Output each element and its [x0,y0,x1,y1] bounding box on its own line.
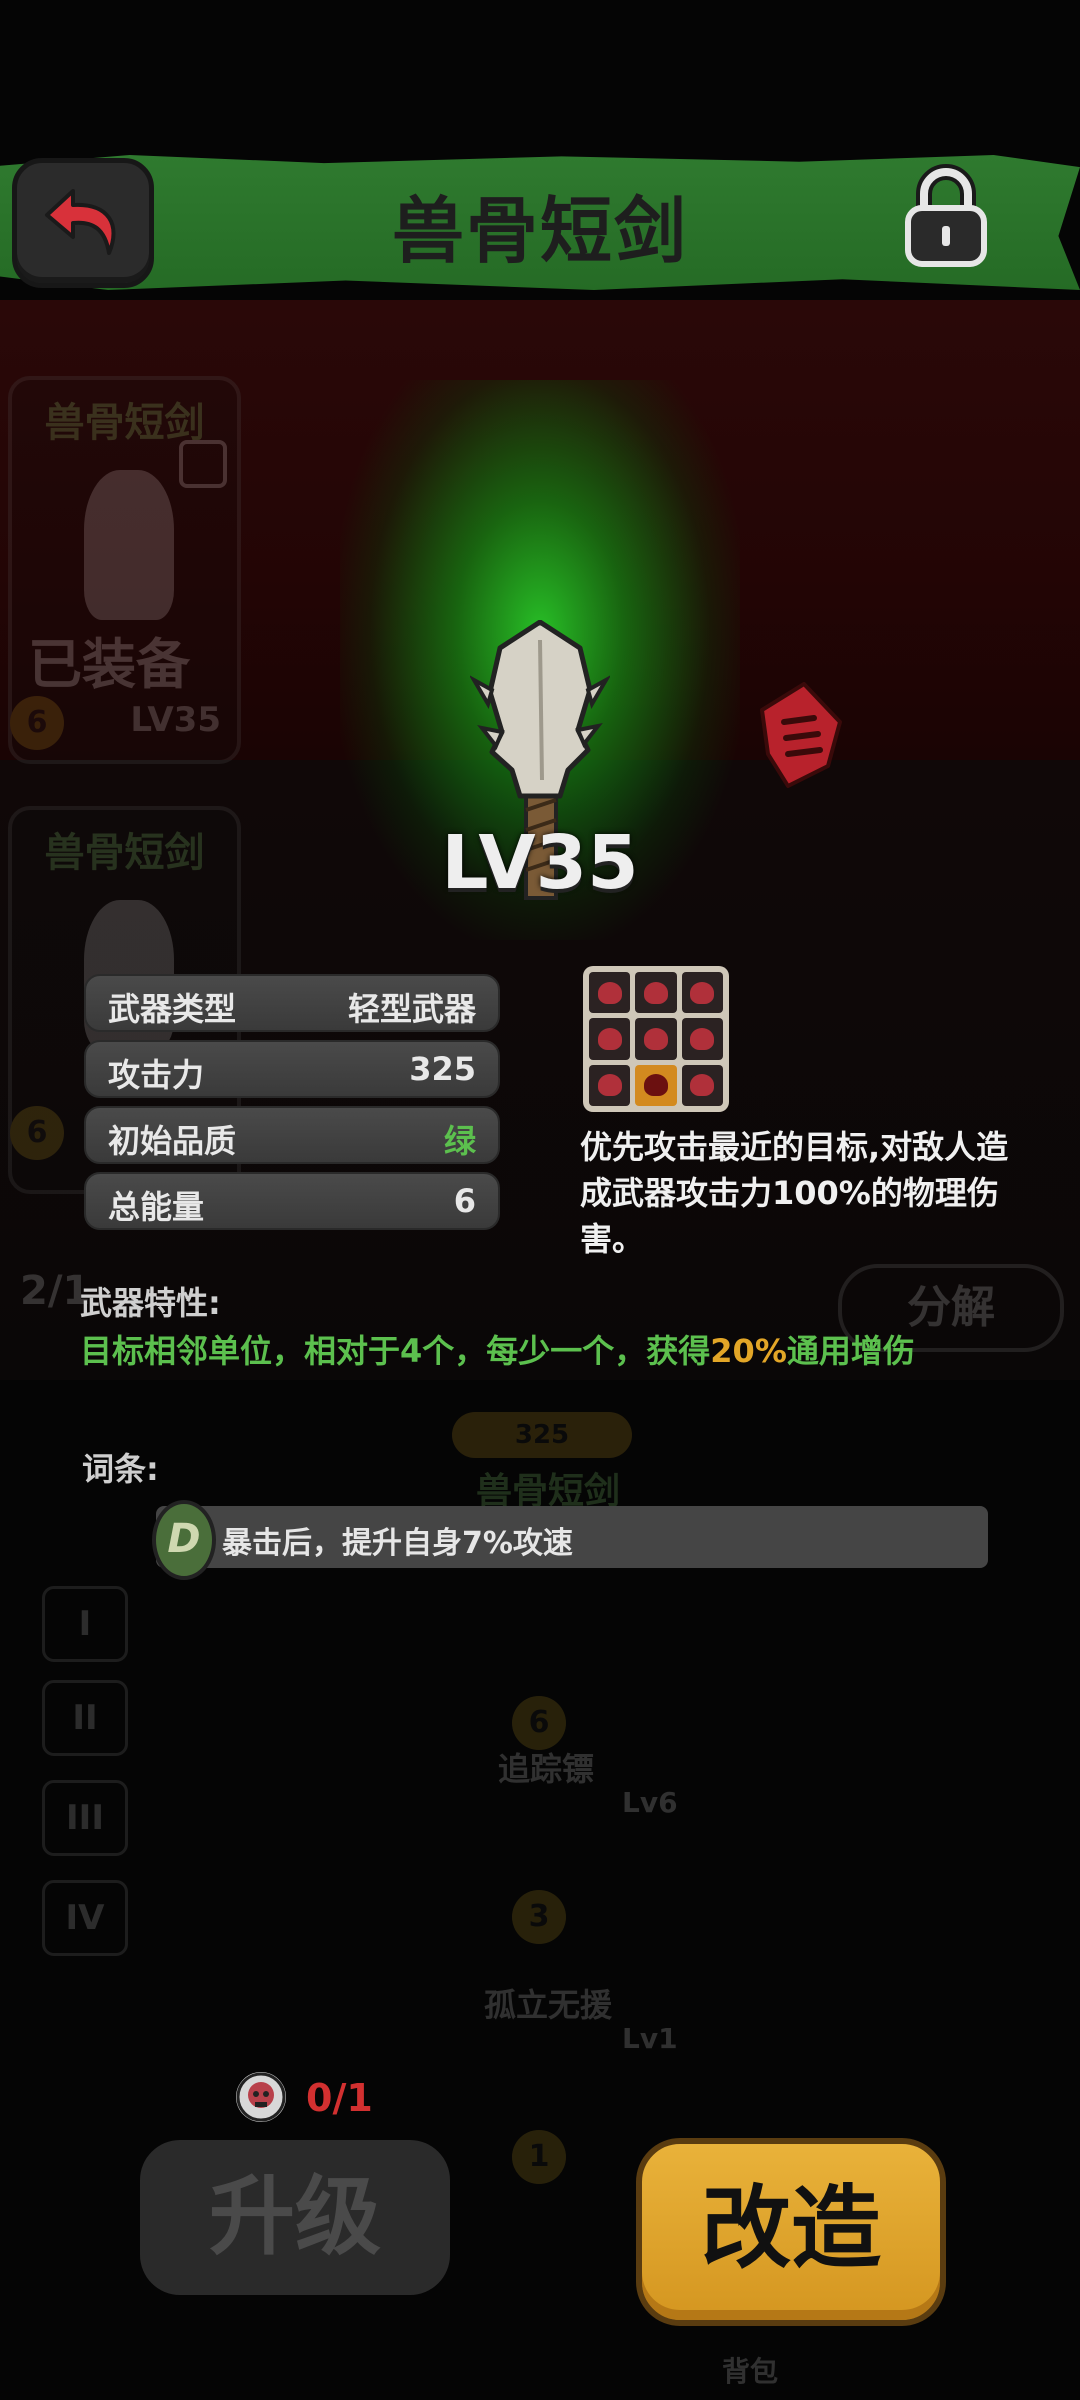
energy-badge: 6 [10,696,64,750]
tree-attack: 325 [452,1412,632,1458]
stat-initial-quality: 初始品质 绿 [84,1106,500,1164]
nav-backpack: 背包 [722,2355,779,2388]
enemy-skull-icon [643,1027,668,1050]
material-count: 0/1 [306,2076,373,2120]
back-button[interactable] [12,158,154,288]
trait-text: 目标相邻单位，相对于4个，每少一个，获得20%通用增伤 [80,1326,915,1372]
stat-label: 攻击力 [108,1056,205,1094]
page-title: 兽骨短剑 [391,189,688,273]
upgrade-button[interactable]: 升级 [140,2140,450,2295]
skull-token-icon [236,2072,286,2122]
tree-node-name: 孤立无援 [484,1986,613,2024]
target-skull-icon [643,1074,668,1097]
range-cell [589,972,631,1014]
range-cell [635,1018,677,1060]
bone-blade-icon [84,470,174,620]
enemy-skull-icon [597,1027,622,1050]
range-cell [635,972,677,1014]
range-cell [589,1018,631,1060]
trait-highlight: 20% [710,1332,787,1370]
stat-total-energy: 总能量 6 [84,1172,500,1230]
tree-node-badge: 3 [512,1890,566,1944]
tree-node-name: 追踪镖 [498,1750,595,1788]
energy-badge: 6 [10,1106,64,1160]
attack-range-grid [583,966,729,1112]
range-cell [681,1018,723,1060]
affix-text: 暴击后，提升自身7%攻速 [222,1526,573,1561]
enemy-skull-icon [597,981,622,1004]
affix-grade-badge: D [152,1500,216,1580]
trait-text-a: 目标相邻单位，相对于4个，每少一个，获得 [80,1332,711,1370]
tree-node-badge: 6 [512,1696,566,1750]
tree-node-level: Lv1 [622,2022,678,2055]
enemy-skull-icon [690,1027,715,1050]
range-cell [681,972,723,1014]
next-weapon-arrow-icon[interactable] [758,682,842,790]
card-level: LV35 [130,700,221,740]
stat-label: 武器类型 [108,990,237,1028]
weapon-level: LV35 [441,820,639,906]
padlock-icon[interactable] [898,160,994,270]
back-arrow-icon [45,189,116,255]
stat-value: 325 [409,1050,476,1088]
affix-label: 词条: [82,1450,159,1488]
tree-node-level: Lv6 [622,1786,678,1819]
range-cell-target [635,1064,677,1106]
weapon-card-equipped: 兽骨短剑 已装备 6 LV35 [8,376,241,764]
range-cell [589,1064,631,1106]
stat-value: 轻型武器 [347,990,476,1028]
affix-row[interactable]: 暴击后，提升自身7%攻速 [156,1506,988,1568]
tier-four: IV [42,1880,128,1956]
stat-value: 6 [453,1182,476,1220]
equipped-label: 已装备 [28,633,190,696]
enemy-skull-icon [690,1074,715,1097]
stat-weapon-type: 武器类型 轻型武器 [84,974,500,1032]
trait-label: 武器特性: [80,1284,221,1322]
enemy-skull-icon [597,1074,622,1097]
tier-one: I [42,1586,128,1662]
card-title: 兽骨短剑 [44,830,205,876]
trait-text-b: 通用增伤 [786,1332,915,1370]
enemy-skull-icon [690,981,715,1004]
stat-value: 绿 [443,1122,476,1160]
enemy-skull-icon [643,981,668,1004]
padlock-icon [179,440,227,488]
tree-node-badge: 1 [512,2130,566,2184]
reforge-button[interactable]: 改造 [636,2138,946,2326]
stat-attack: 攻击力 325 [84,1040,500,1098]
weapon-description: 优先攻击最近的目标,对敌人造成武器攻击力100%的物理伤害。 [580,1128,1009,1258]
range-cell [681,1064,723,1106]
tier-three: III [42,1780,128,1856]
stat-label: 总能量 [108,1188,205,1226]
tier-two: II [42,1680,128,1756]
stat-label: 初始品质 [108,1122,237,1160]
